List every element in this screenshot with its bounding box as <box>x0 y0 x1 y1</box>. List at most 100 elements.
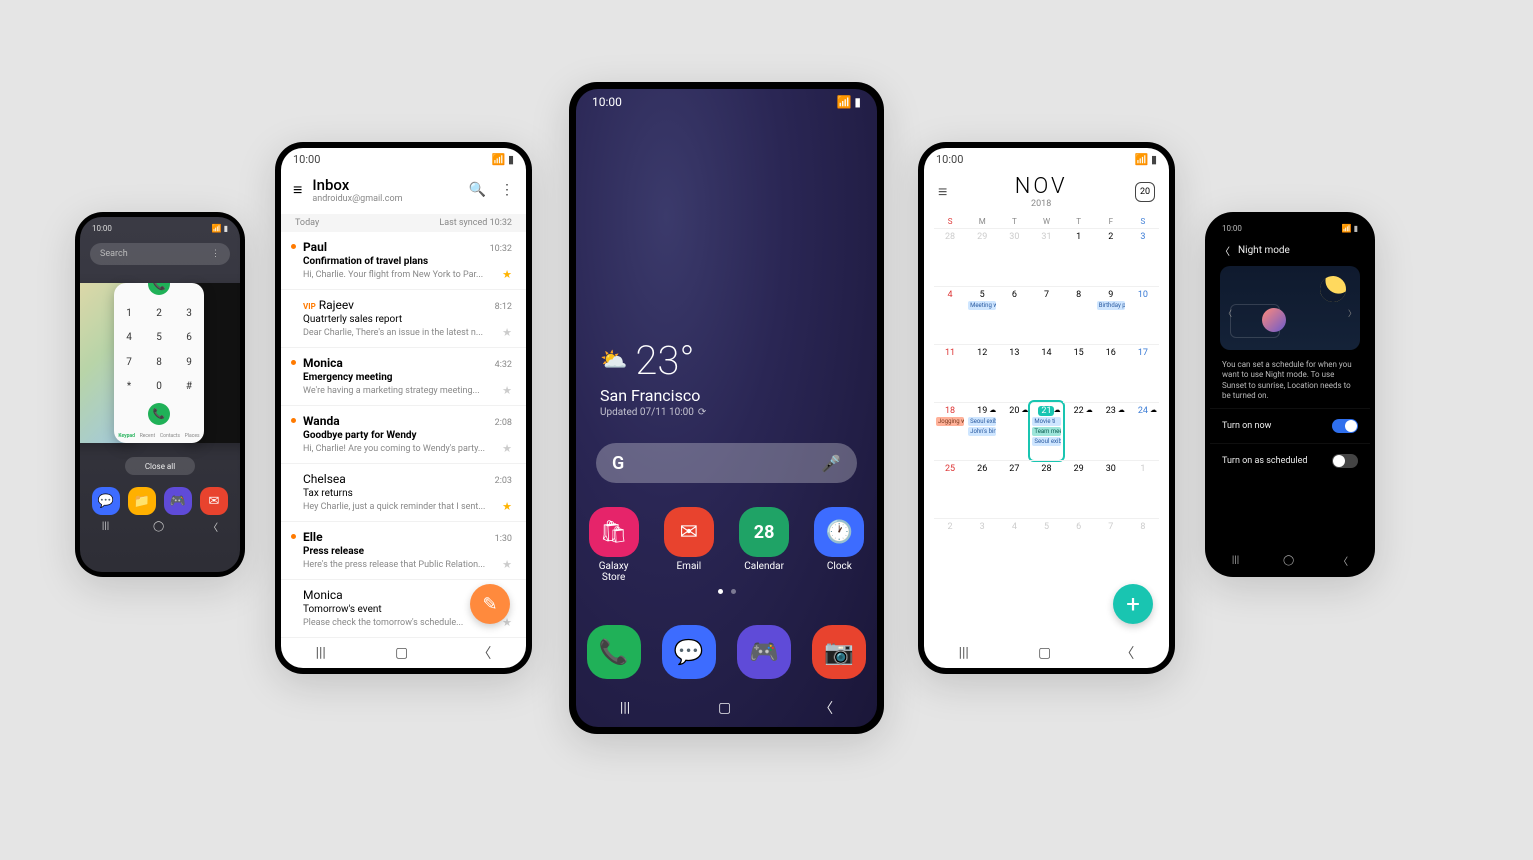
calendar-day[interactable]: 7 <box>1030 286 1062 344</box>
turn-on-scheduled-row[interactable]: Turn on as scheduled <box>1210 443 1370 478</box>
app-email[interactable]: ✉Email <box>657 507 721 583</box>
calendar-event[interactable]: Movie ti <box>1032 417 1060 426</box>
dial-tab[interactable]: Places <box>185 433 200 439</box>
dial-key[interactable]: 6 <box>174 326 204 351</box>
calendar-day[interactable]: 1 <box>1063 228 1095 286</box>
calendar-day[interactable]: 6 <box>1063 518 1095 576</box>
calendar-day[interactable]: 20☁ <box>998 402 1030 460</box>
calendar-day[interactable]: 13 <box>998 344 1030 402</box>
calendar-day[interactable]: 11 <box>934 344 966 402</box>
dialer-app-icon[interactable]: 📞 <box>148 283 170 295</box>
calendar-day[interactable]: 30 <box>998 228 1030 286</box>
menu-icon[interactable]: ≡ <box>938 182 947 202</box>
nav-home-icon[interactable]: ◯ <box>1283 555 1294 566</box>
dial-tab[interactable]: Keypad <box>118 433 135 439</box>
app-galaxy[interactable]: 🛍Galaxy Store <box>582 507 646 583</box>
calendar-day[interactable]: 7 <box>1095 518 1127 576</box>
nightmode-illustration[interactable]: 〈 〉 <box>1220 266 1360 350</box>
calendar-day[interactable]: 10 <box>1127 286 1159 344</box>
calendar-day[interactable]: 24☁ <box>1127 402 1159 460</box>
calendar-day[interactable]: 16 <box>1095 344 1127 402</box>
calendar-day[interactable]: 3 <box>1127 228 1159 286</box>
nav-recents-icon[interactable]: ||| <box>620 700 630 716</box>
calendar-day[interactable]: 4 <box>998 518 1030 576</box>
dial-key[interactable]: 7 <box>114 350 144 375</box>
app-clock[interactable]: 🕐Clock <box>807 507 871 583</box>
dial-tabs[interactable]: Keypad Recent Contacts Places <box>114 431 204 443</box>
back-icon[interactable]: 〈 <box>1220 243 1230 258</box>
dial-tab[interactable]: Recent <box>140 433 155 439</box>
calendar-day[interactable]: 22☁ <box>1063 402 1095 460</box>
dock-app-my-files[interactable]: 📁 <box>128 487 156 515</box>
add-event-fab[interactable]: + <box>1113 584 1153 624</box>
page-indicator[interactable] <box>576 589 877 594</box>
calendar-day[interactable]: 14 <box>1030 344 1062 402</box>
calendar-day[interactable]: 17 <box>1127 344 1159 402</box>
more-icon[interactable]: ⋮ <box>500 182 514 198</box>
weather-widget[interactable]: ⛅ 23° San Francisco Updated 07/11 10:00 … <box>600 337 706 418</box>
nav-recents-icon[interactable]: ||| <box>1232 555 1239 566</box>
calendar-day[interactable]: 2 <box>1095 228 1127 286</box>
calendar-event[interactable]: Seoul exib <box>1032 437 1060 446</box>
star-icon[interactable]: ★ <box>502 442 512 455</box>
calendar-event[interactable]: John's birt <box>968 427 996 436</box>
nav-back-icon[interactable]: 〈 <box>1120 643 1134 663</box>
dial-keypad[interactable]: 123456789*0# <box>114 301 204 399</box>
app-messages[interactable]: 💬 <box>657 625 721 679</box>
google-search-bar[interactable]: G 🎤 <box>596 443 857 483</box>
calendar-day[interactable]: 1 <box>1127 460 1159 518</box>
dial-call-button[interactable]: 📞 <box>148 403 170 425</box>
calendar-day[interactable]: 19☁Seoul exibJohn's birt <box>966 402 998 460</box>
calendar-day[interactable]: 5 <box>1030 518 1062 576</box>
nav-home-icon[interactable]: ▢ <box>1038 645 1051 661</box>
calendar-event[interactable]: Team mee <box>1032 427 1060 436</box>
more-icon[interactable]: ⋮ <box>211 249 220 259</box>
nav-home-icon[interactable]: ◯ <box>153 521 164 532</box>
dial-tab[interactable]: Contacts <box>160 433 180 439</box>
app-calendar[interactable]: 28Calendar <box>732 507 796 583</box>
month-switcher[interactable]: NOV 2018 <box>1015 174 1068 209</box>
dock-app-messages[interactable]: 💬 <box>92 487 120 515</box>
calendar-day[interactable]: 31 <box>1030 228 1062 286</box>
nav-back-icon[interactable]: 〈 <box>208 519 218 534</box>
calendar-day[interactable]: 18Jogging with my fam <box>934 402 966 460</box>
calendar-day[interactable]: 8 <box>1063 286 1095 344</box>
home-screen[interactable]: 10:00 📶 ▮ ⛅ 23° San Francisco Updated 07… <box>576 89 877 727</box>
dial-key[interactable]: 1 <box>114 301 144 326</box>
email-item[interactable]: Elle1:30Press releaseHere's the press re… <box>281 522 526 580</box>
star-icon[interactable]: ★ <box>502 558 512 571</box>
email-list[interactable]: Paul10:32Confirmation of travel plansHi,… <box>281 232 526 638</box>
inbox-title-block[interactable]: Inbox androidux@gmail.com <box>312 176 458 204</box>
recents-search[interactable]: Search ⋮ <box>90 243 230 265</box>
search-icon[interactable]: 🔍 <box>469 182 486 198</box>
today-button[interactable]: 20 <box>1135 182 1155 202</box>
calendar-day[interactable]: 26 <box>966 460 998 518</box>
email-item[interactable]: Wanda2:08Goodbye party for WendyHi, Char… <box>281 406 526 464</box>
turn-on-now-row[interactable]: Turn on now <box>1210 408 1370 443</box>
email-item[interactable]: Chelsea2:03Tax returnsHey Charlie, just … <box>281 464 526 522</box>
calendar-grid[interactable]: 2829303112345Meeting w6789Birthday p1011… <box>924 228 1169 576</box>
star-icon[interactable]: ★ <box>502 500 512 513</box>
app-game[interactable]: 🎮 <box>732 625 796 679</box>
calendar-day[interactable]: 12 <box>966 344 998 402</box>
dial-key[interactable]: # <box>174 375 204 400</box>
email-item[interactable]: VIPRajeev8:12Quatrterly sales reportDear… <box>281 290 526 348</box>
dock-app-game-launcher[interactable]: 🎮 <box>164 487 192 515</box>
calendar-day[interactable]: 29 <box>966 228 998 286</box>
calendar-event[interactable]: Jogging with my fam <box>936 417 964 426</box>
nav-home-icon[interactable]: ▢ <box>395 645 408 661</box>
nav-home-icon[interactable]: ▢ <box>718 700 731 716</box>
dial-key[interactable]: 8 <box>144 350 174 375</box>
dock-app-gmail[interactable]: ✉ <box>200 487 228 515</box>
calendar-day[interactable]: 9Birthday p <box>1095 286 1127 344</box>
dial-key[interactable]: 0 <box>144 375 174 400</box>
calendar-day[interactable]: 29 <box>1063 460 1095 518</box>
star-icon[interactable]: ★ <box>502 326 512 339</box>
nav-back-icon[interactable]: 〈 <box>819 698 833 718</box>
chevron-right-icon[interactable]: 〉 <box>1348 308 1356 319</box>
dial-key[interactable]: 9 <box>174 350 204 375</box>
refresh-icon[interactable]: ⟳ <box>698 407 706 418</box>
calendar-day[interactable]: 2 <box>934 518 966 576</box>
calendar-event[interactable]: Seoul exib <box>968 417 996 426</box>
star-icon[interactable]: ★ <box>502 268 512 281</box>
